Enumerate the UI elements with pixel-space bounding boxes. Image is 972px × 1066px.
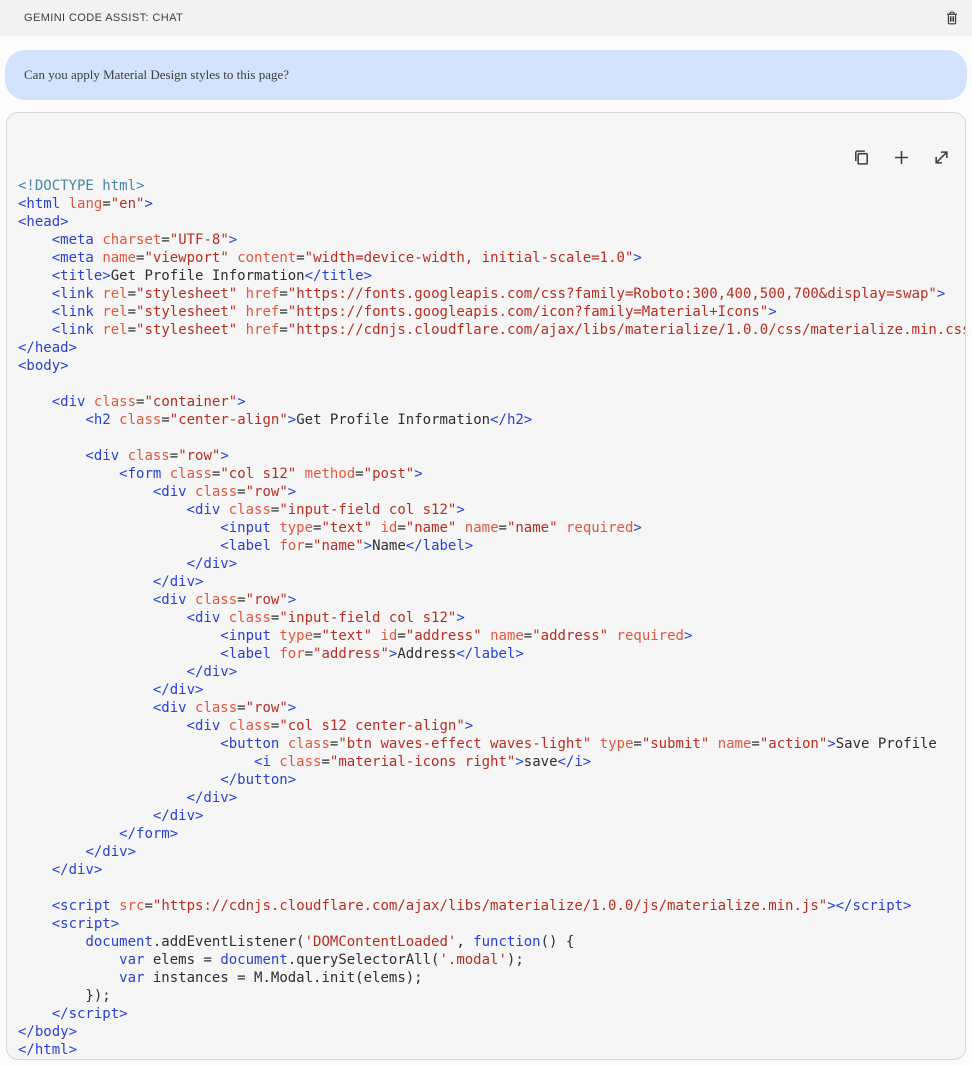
code-line: </div> (18, 681, 953, 699)
code-line: <body> (18, 357, 953, 375)
code-line: document.addEventListener('DOMContentLoa… (18, 933, 953, 951)
insert-code-button[interactable] (890, 146, 913, 169)
code-line (18, 375, 953, 393)
code-line: <i class="material-icons right">save</i> (18, 753, 953, 771)
code-line (18, 879, 953, 897)
code-toolbar (18, 145, 953, 169)
code-line: <html lang="en"> (18, 195, 953, 213)
code-line: <div class="input-field col s12"> (18, 609, 953, 627)
user-message-bubble: Can you apply Material Design styles to … (5, 50, 967, 100)
code-line: <div class="container"> (18, 393, 953, 411)
copy-icon (852, 148, 871, 167)
code-line: </body> (18, 1023, 953, 1041)
code-line: </div> (18, 573, 953, 591)
code-line: </div> (18, 807, 953, 825)
code-line: <div class="row"> (18, 483, 953, 501)
code-line: <div class="row"> (18, 447, 953, 465)
code-line: <link rel="stylesheet" href="https://fon… (18, 285, 953, 303)
code-line: </html> (18, 1041, 953, 1059)
code-line: <label for="address">Address</label> (18, 645, 953, 663)
code-line: <form class="col s12" method="post"> (18, 465, 953, 483)
code-line: var instances = M.Modal.init(elems); (18, 969, 953, 987)
expand-code-button[interactable] (930, 146, 953, 169)
clear-chat-button[interactable] (942, 8, 962, 28)
code-line: </div> (18, 861, 953, 879)
code-line: <script src="https://cdnjs.cloudflare.co… (18, 897, 953, 915)
code-line: </div> (18, 789, 953, 807)
code-line: <div class="col s12 center-align"> (18, 717, 953, 735)
plus-icon (892, 148, 911, 167)
code-line: </div> (18, 555, 953, 573)
code-line: <meta name="viewport" content="width=dev… (18, 249, 953, 267)
code-line: <button class="btn waves-effect waves-li… (18, 735, 953, 753)
code-line: </div> (18, 843, 953, 861)
panel-header: GEMINI CODE ASSIST: CHAT (0, 0, 972, 36)
code-line: </div> (18, 663, 953, 681)
code-line: <link rel="stylesheet" href="https://fon… (18, 303, 953, 321)
code-line: <div class="input-field col s12"> (18, 501, 953, 519)
copy-code-button[interactable] (850, 146, 873, 169)
assistant-response-card: <!DOCTYPE html><html lang="en"><head> <m… (6, 112, 966, 1060)
code-line: <link rel="stylesheet" href="https://cdn… (18, 321, 953, 339)
code-line: <input type="text" id="address" name="ad… (18, 627, 953, 645)
code-line: var elems = document.querySelectorAll('.… (18, 951, 953, 969)
code-line: }); (18, 987, 953, 1005)
code-line: <label for="name">Name</label> (18, 537, 953, 555)
code-line: </script> (18, 1005, 953, 1023)
code-line: <script> (18, 915, 953, 933)
expand-diagonal-icon (932, 148, 951, 167)
code-line: <h2 class="center-align">Get Profile Inf… (18, 411, 953, 429)
code-line: <head> (18, 213, 953, 231)
code-line: <div class="row"> (18, 699, 953, 717)
code-line: <meta charset="UTF-8"> (18, 231, 953, 249)
code-line: <input type="text" id="name" name="name"… (18, 519, 953, 537)
code-line: </form> (18, 825, 953, 843)
code-line (18, 429, 953, 447)
user-message-text: Can you apply Material Design styles to … (24, 67, 289, 83)
code-line: <div class="row"> (18, 591, 953, 609)
code-line: </button> (18, 771, 953, 789)
code-line: <!DOCTYPE html> (18, 177, 953, 195)
code-block: <!DOCTYPE html><html lang="en"><head> <m… (18, 177, 953, 1059)
code-line: <title>Get Profile Information</title> (18, 267, 953, 285)
code-line: </head> (18, 339, 953, 357)
panel-title: GEMINI CODE ASSIST: CHAT (24, 12, 183, 24)
trash-icon (944, 10, 960, 26)
